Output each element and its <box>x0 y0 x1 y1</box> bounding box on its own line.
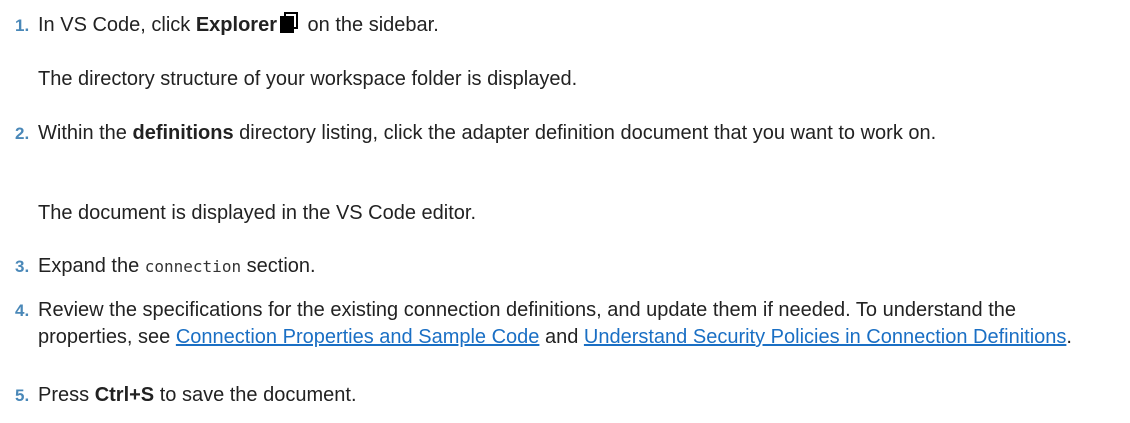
step-number: 4. <box>15 301 30 320</box>
step-number: 5. <box>15 386 30 405</box>
step-2: 2. Within the definitions directory list… <box>8 120 1098 147</box>
explorer-files-icon <box>279 12 299 34</box>
step-4: 4. Review the specifications for the exi… <box>8 297 1108 351</box>
step-instruction: Review the specifications for the existi… <box>38 299 1072 348</box>
step-number: 3. <box>15 257 30 276</box>
step-instruction: Expand the connection section. <box>38 255 316 277</box>
definitions-label: definitions <box>132 122 234 144</box>
connection-properties-link[interactable]: Connection Properties and Sample Code <box>176 326 540 348</box>
step-1-result: The directory structure of your workspac… <box>38 68 578 90</box>
explorer-label: Explorer <box>195 14 277 36</box>
ctrl-s-shortcut: Ctrl+S <box>94 384 155 406</box>
step-5: 5. Press Ctrl+S to save the document. <box>8 382 1130 409</box>
connection-code: connection <box>144 257 242 276</box>
step-1: 1. In VS Code, click Explorer on the sid… <box>8 12 1130 39</box>
security-policies-link[interactable]: Understand Security Policies in Connecti… <box>584 326 1066 348</box>
step-number: 1. <box>15 16 30 35</box>
step-instruction: In VS Code, click Explorer on the sideba… <box>38 12 439 36</box>
step-2-result: The document is displayed in the VS Code… <box>38 202 477 224</box>
step-instruction: Press Ctrl+S to save the document. <box>38 384 357 406</box>
step-instruction: Within the definitions directory listing… <box>38 122 937 144</box>
step-number: 2. <box>15 124 30 143</box>
step-3: 3. Expand the connection section. <box>8 253 1130 280</box>
